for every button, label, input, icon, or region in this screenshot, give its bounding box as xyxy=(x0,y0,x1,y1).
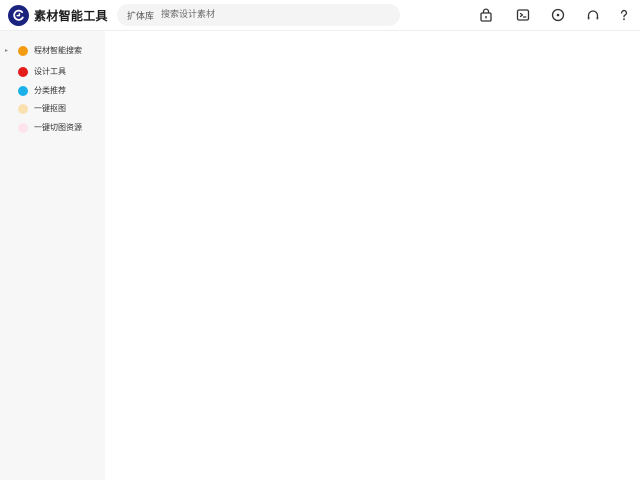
sidebar-item-label: 一键抠图 xyxy=(34,104,66,113)
sidebar-item-label: 分类推荐 xyxy=(34,86,66,95)
expand-arrow-icon[interactable]: ▸ xyxy=(5,47,8,55)
search-bar[interactable]: 扩体库 xyxy=(117,4,400,26)
sidebar: ▸ 程材智能搜索 设计工具 分类推荐 一键抠图 一键切图资源 xyxy=(0,31,105,480)
app-title: 素材智能工具 xyxy=(34,9,108,23)
pink-dot-icon xyxy=(18,123,28,133)
blue-dot-icon xyxy=(18,86,28,96)
sidebar-item-label: 一键切图资源 xyxy=(34,123,82,132)
top-header: 素材智能工具 扩体库 xyxy=(0,0,640,31)
headphones-icon[interactable] xyxy=(585,7,601,23)
sidebar-item-label: 设计工具 xyxy=(34,67,66,76)
main-content-area xyxy=(105,31,640,480)
sidebar-item-label: 程材智能搜索 xyxy=(34,46,82,55)
sidebar-item-cutout[interactable]: 一键抠图 xyxy=(0,100,105,118)
logo-icon[interactable] xyxy=(8,5,29,26)
red-dot-icon xyxy=(18,67,28,77)
sidebar-item-smart-search[interactable]: ▸ 程材智能搜索 xyxy=(0,42,105,60)
compass-icon[interactable] xyxy=(550,7,566,23)
search-input[interactable] xyxy=(161,6,391,24)
search-scope-selector[interactable]: 扩体库 xyxy=(127,9,154,22)
help-icon[interactable] xyxy=(616,7,632,23)
lock-icon[interactable] xyxy=(478,7,494,23)
sidebar-item-slice-resources[interactable]: 一键切图资源 xyxy=(0,119,105,137)
sidebar-item-category-recommend[interactable]: 分类推荐 xyxy=(0,82,105,100)
app-window: 素材智能工具 扩体库 搜索设计素材 ▸ 程材智能搜索 设计工具 分类推荐 一键抠… xyxy=(0,0,640,480)
sidebar-item-design-tools[interactable]: 设计工具 xyxy=(0,63,105,81)
orange-dot-icon xyxy=(18,46,28,56)
beige-dot-icon xyxy=(18,104,28,114)
message-icon[interactable] xyxy=(515,7,531,23)
